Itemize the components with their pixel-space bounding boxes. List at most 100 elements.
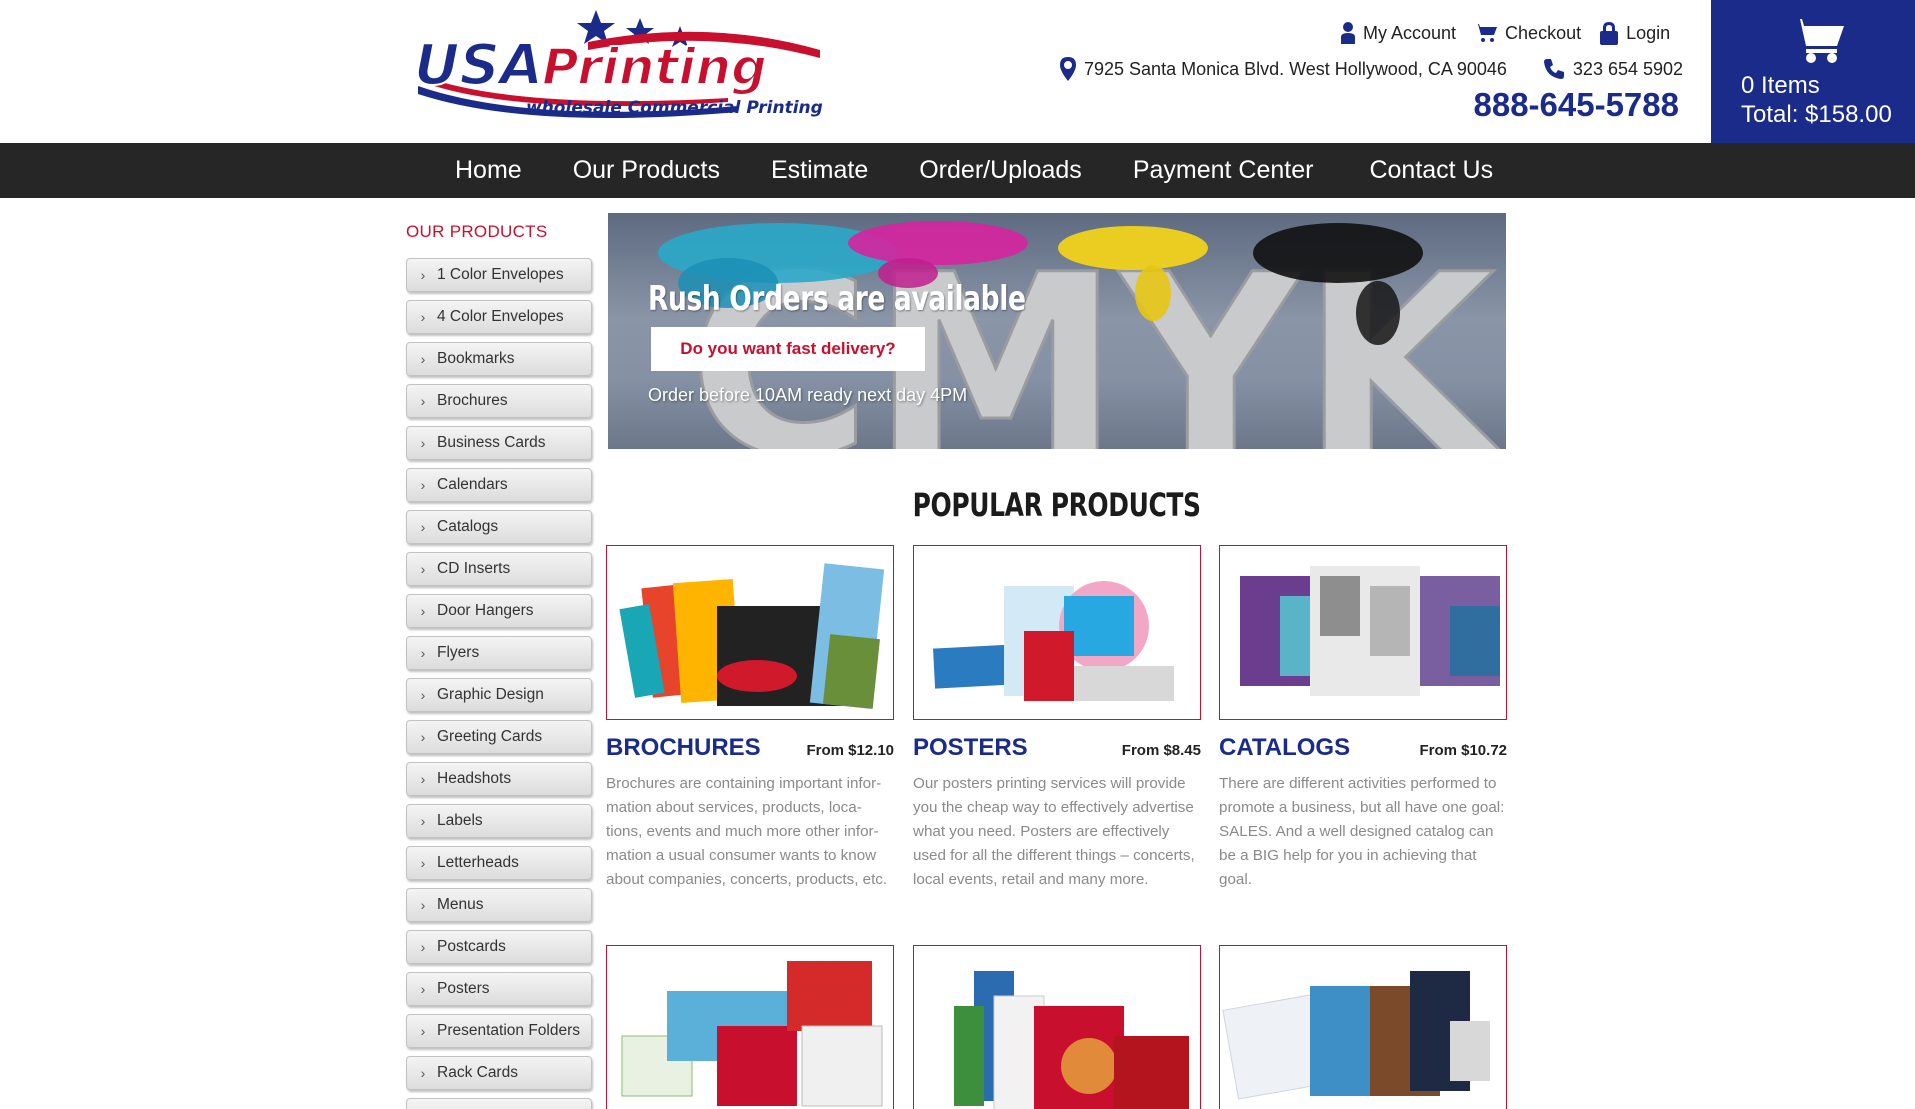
sidebar-item-label: Catalogs [437, 518, 499, 535]
my-account-label: My Account [1363, 22, 1457, 43]
sidebar-item-bookmarks[interactable]: › Bookmarks [406, 342, 592, 376]
sidebar-item-label: Flyers [437, 644, 480, 661]
nav-order-uploads[interactable]: Order/Uploads [919, 156, 1082, 185]
sidebar-item-label: Presentation Folders [437, 1022, 581, 1039]
product-card-door-hangers [913, 945, 1201, 1109]
logo-printing-text: Printing [542, 38, 767, 96]
user-icon [1341, 22, 1355, 44]
sidebar-item-label: Headshots [437, 770, 512, 787]
chevron-right-icon: › [420, 897, 426, 913]
sidebar-item-label: Business Cards [437, 434, 546, 451]
sidebar-item-catalogs[interactable]: › Catalogs [406, 510, 592, 544]
sidebar-item-labels[interactable]: › Labels [406, 804, 592, 838]
lock-icon [1600, 22, 1619, 45]
product-head: BROCHURES From $12.10 [606, 734, 894, 762]
usa-printing-logo[interactable]: USA Printing wholesale Commercial Printi… [408, 6, 828, 126]
login-label: Login [1626, 22, 1671, 43]
cart-summary[interactable]: 0 Items Total: $158.00 [1711, 0, 1915, 143]
logo-usa-text: USA [414, 33, 543, 98]
nav-our-products[interactable]: Our Products [573, 156, 720, 185]
chevron-right-icon: › [420, 267, 426, 283]
cart-icon [1474, 24, 1498, 42]
sidebar-item-headshots[interactable]: › Headshots [406, 762, 592, 796]
door-hangers-image[interactable] [913, 945, 1201, 1109]
nav-payment-center[interactable]: Payment Center [1133, 156, 1314, 185]
cart-item-count: 0 Items [1741, 72, 1820, 99]
popular-products-title: POPULAR PRODUCTS [608, 486, 1506, 524]
chevron-right-icon: › [420, 477, 426, 493]
sidebar-item-posters[interactable]: › Posters [406, 972, 592, 1006]
sidebar-item-presentation-folders[interactable]: › Presentation Folders [406, 1014, 592, 1048]
sidebar-item-label: Posters [437, 980, 490, 997]
chevron-right-icon: › [420, 561, 426, 577]
nav-estimate[interactable]: Estimate [771, 156, 868, 185]
product-name[interactable]: CATALOGS [1219, 734, 1350, 762]
product-price: From $8.45 [1121, 742, 1201, 759]
local-phone[interactable]: 323 654 5902 [1543, 58, 1683, 80]
nav-list: Home Our Products Estimate Order/Uploads… [455, 143, 1544, 198]
product-head: POSTERS From $8.45 [913, 734, 1201, 762]
sidebar-item-cd-inserts[interactable]: › CD Inserts [406, 552, 592, 586]
sidebar-item-label: Brochures [437, 392, 508, 409]
sidebar-item-door-hangers[interactable]: › Door Hangers [406, 594, 592, 628]
product-card-catalogs: CATALOGS From $10.72 There are different… [1219, 545, 1507, 892]
map-pin-icon [1060, 57, 1076, 81]
sidebar-item-postcards[interactable]: › Postcards [406, 930, 592, 964]
my-account-link[interactable]: My Account [1340, 22, 1456, 44]
sidebar-item-business-cards[interactable]: › Business Cards [406, 426, 592, 460]
catalogs-image[interactable] [1219, 545, 1507, 720]
checkout-link[interactable]: Checkout [1474, 23, 1581, 44]
calendars-image[interactable] [606, 945, 894, 1109]
sidebar-item-rack-cards[interactable]: › Rack Cards [406, 1056, 592, 1090]
sidebar-item-flyers[interactable]: › Flyers [406, 636, 592, 670]
sidebar-item-label: Letterheads [437, 854, 519, 871]
sidebar-item-label: 1 Color Envelopes [437, 266, 564, 283]
chevron-right-icon: › [420, 351, 426, 367]
sidebar-item-4-color-envelopes[interactable]: › 4 Color Envelopes [406, 300, 592, 334]
local-phone-text: 323 654 5902 [1572, 58, 1684, 79]
nav-home[interactable]: Home [455, 156, 522, 185]
product-head: CATALOGS From $10.72 [1219, 734, 1507, 762]
sidebar-item-calendars[interactable]: › Calendars [406, 468, 592, 502]
chevron-right-icon: › [420, 603, 426, 619]
main-phone-number[interactable]: 888-645-5788 [1473, 86, 1679, 124]
sidebar-item-label: Rack Cards [437, 1064, 518, 1081]
rush-orders-banner[interactable]: CMYK Rush Orders are available Do you wa… [608, 213, 1506, 449]
product-price: From $10.72 [1419, 742, 1507, 759]
sidebar-item-brochures[interactable]: › Brochures [406, 384, 592, 418]
sidebar-item-1-color-envelopes[interactable]: › 1 Color Envelopes [406, 258, 592, 292]
product-name[interactable]: POSTERS [913, 734, 1028, 762]
product-name[interactable]: BROCHURES [606, 734, 761, 762]
sidebar-item-letterheads[interactable]: › Letterheads [406, 846, 592, 880]
sidebar-item-label: Bookmarks [437, 350, 515, 367]
product-price: From $12.10 [806, 742, 894, 759]
sidebar-item-label: Graphic Design [437, 686, 544, 703]
flyers-image[interactable] [1219, 945, 1507, 1109]
sidebar-item-greeting-cards[interactable]: › Greeting Cards [406, 720, 592, 754]
login-link[interactable]: Login [1599, 21, 1670, 45]
banner-title: Rush Orders are available [648, 279, 1026, 319]
product-description: Our posters printing services will provi… [913, 775, 1195, 888]
sidebar-item-graphic-design[interactable]: › Graphic Design [406, 678, 592, 712]
page: USA Printing wholesale Commercial Printi… [0, 0, 1915, 1109]
chevron-right-icon: › [420, 939, 426, 955]
sidebar-item-label: Greeting Cards [437, 728, 543, 745]
fast-delivery-button[interactable]: Do you want fast delivery? [651, 327, 925, 371]
product-card-calendars [606, 945, 894, 1109]
nav-contact-us[interactable]: Contact Us [1369, 156, 1493, 185]
sidebar-item-label: Labels [437, 812, 483, 829]
banner-subtitle: Order before 10AM ready next day 4PM [648, 385, 968, 405]
posters-image[interactable] [913, 545, 1201, 720]
brochures-image[interactable] [606, 545, 894, 720]
sidebar-item-label: 4 Color Envelopes [437, 308, 564, 325]
product-card-flyers [1219, 945, 1507, 1109]
sidebar-item-partial[interactable] [406, 1098, 592, 1109]
address-text: 7925 Santa Monica Blvd. West Hollywood, … [1084, 58, 1507, 79]
address: 7925 Santa Monica Blvd. West Hollywood, … [1060, 57, 1507, 81]
logo-tagline-text: wholesale Commercial Printing [526, 98, 823, 118]
sidebar-item-menus[interactable]: › Menus [406, 888, 592, 922]
chevron-right-icon: › [420, 813, 426, 829]
sidebar-title: OUR PRODUCTS [406, 222, 548, 241]
chevron-right-icon: › [420, 771, 426, 787]
popular-products-title-text: POPULAR PRODUCTS [912, 486, 1201, 524]
